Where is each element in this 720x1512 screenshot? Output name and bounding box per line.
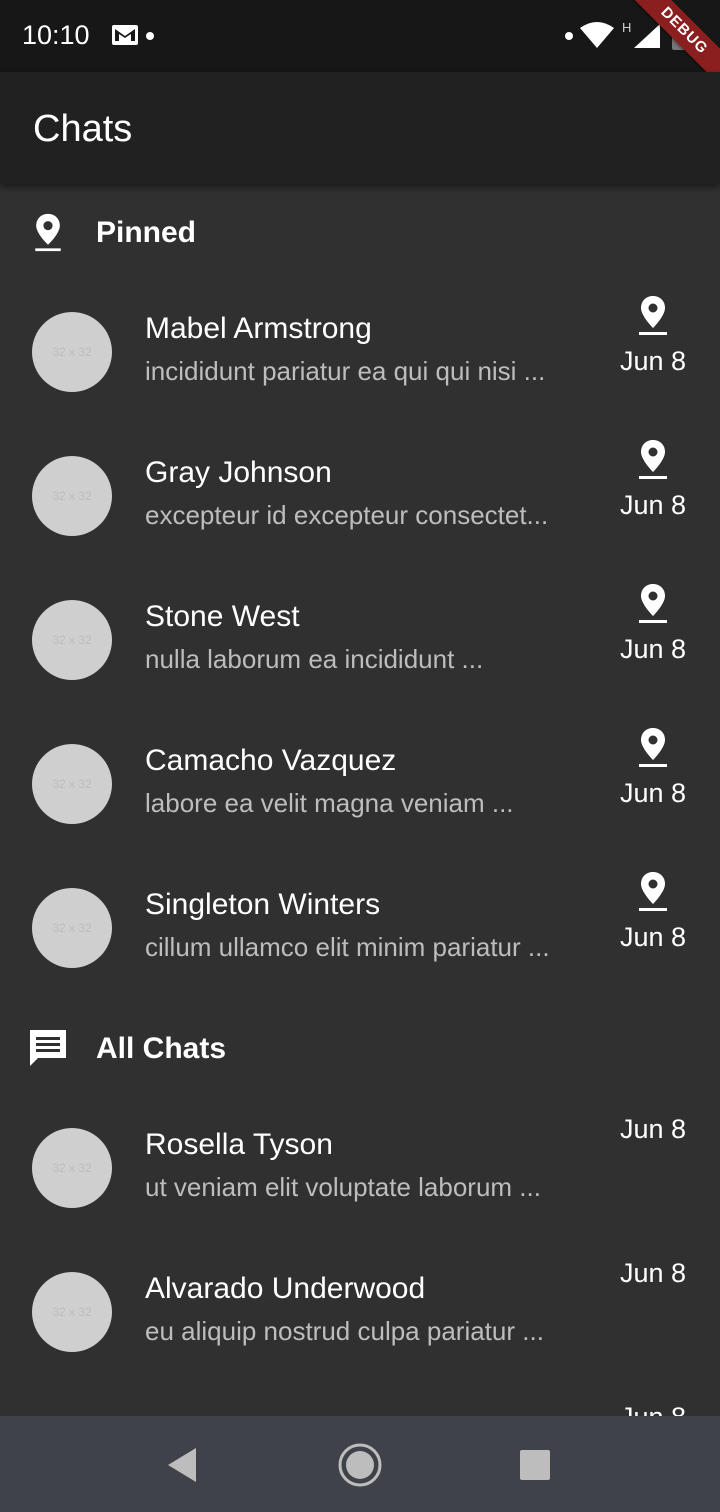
pin-icon [639,728,667,767]
chat-message-preview: nulla laborum ea incididunt ... [145,644,484,674]
chat-name: Singleton Winters [145,888,381,921]
chat-date: Jun 8 [619,634,686,664]
app-bar: Chats [0,72,720,184]
chat-date: Jun 8 [619,778,686,808]
wifi-icon [580,22,614,48]
chat-item[interactable]: 32 x 32 Rosella Tyson ut veniam elit vol… [0,1096,720,1240]
pin-icon [639,440,667,479]
chat-message-preview: excepteur id excepteur consectet... [145,500,549,530]
chat-message-preview: ut veniam elit voluptate laborum ... [145,1172,541,1202]
chat-item[interactable]: Jun 8 [0,1384,720,1416]
pin-icon [639,872,667,911]
section-label: All Chats [96,1032,227,1065]
chat-date: Jun 8 [619,1258,686,1288]
avatar: 32 x 32 [32,600,112,680]
chat-item[interactable]: 32 x 32 Stone West nulla laborum ea inci… [0,568,720,712]
page-title: Chats [33,108,133,150]
chat-name: Camacho Vazquez [145,744,397,777]
section-header-pinned: Pinned [0,204,720,264]
chat-message-preview: eu aliquip nostrud culpa pariatur ... [145,1316,544,1346]
section-header-all-chats: All Chats [0,1020,720,1080]
chat-name: Mabel Armstrong [145,312,372,345]
status-bar: 10:10 H [0,0,720,72]
chat-item[interactable]: 32 x 32 Camacho Vazquez labore ea velit … [0,712,720,856]
chat-item[interactable]: 32 x 32 Mabel Armstrong incididunt paria… [0,280,720,424]
notification-dot [565,32,573,40]
avatar: 32 x 32 [32,888,112,968]
chat-date: Jun 8 [620,1402,686,1416]
avatar: 32 x 32 [32,744,112,824]
chat-name: Gray Johnson [145,456,332,489]
avatar: 32 x 32 [32,1128,112,1208]
avatar: 32 x 32 [32,312,112,392]
avatar: 32 x 32 [32,1272,112,1352]
notification-dot [146,32,154,40]
chat-date: Jun 8 [619,922,686,952]
chat-message-preview: incididunt pariatur ea qui qui nisi ... [145,356,546,386]
pin-icon [639,296,667,335]
pin-icon [35,213,61,252]
chat-item[interactable]: 32 x 32 Alvarado Underwood eu aliquip no… [0,1240,720,1384]
chat-message-preview: cillum ullamco elit minim pariatur ... [145,932,550,962]
home-icon[interactable] [337,1442,383,1488]
chat-name: Alvarado Underwood [145,1272,426,1305]
chat-name: Rosella Tyson [145,1128,333,1161]
chat-date: Jun 8 [619,346,686,376]
system-navigation-bar [0,1416,720,1512]
avatar: 32 x 32 [32,456,112,536]
chat-item[interactable]: 32 x 32 Singleton Winters cillum ullamco… [0,856,720,1000]
chat-item[interactable]: 32 x 32 Gray Johnson excepteur id except… [0,424,720,568]
section-label: Pinned [96,216,197,249]
status-time: 10:10 [22,20,90,50]
recents-icon[interactable] [512,1442,558,1488]
signal-icon [634,24,660,48]
chat-date: Jun 8 [619,490,686,520]
chat-name: Stone West [145,600,300,633]
pin-icon [639,584,667,623]
chat-date: Jun 8 [619,1114,686,1144]
gmail-icon [112,25,138,45]
network-type: H [622,20,632,35]
chat-message-preview: labore ea velit magna veniam ... [145,788,514,818]
chat-bubble-icon [30,1030,66,1066]
back-icon[interactable] [160,1442,206,1488]
